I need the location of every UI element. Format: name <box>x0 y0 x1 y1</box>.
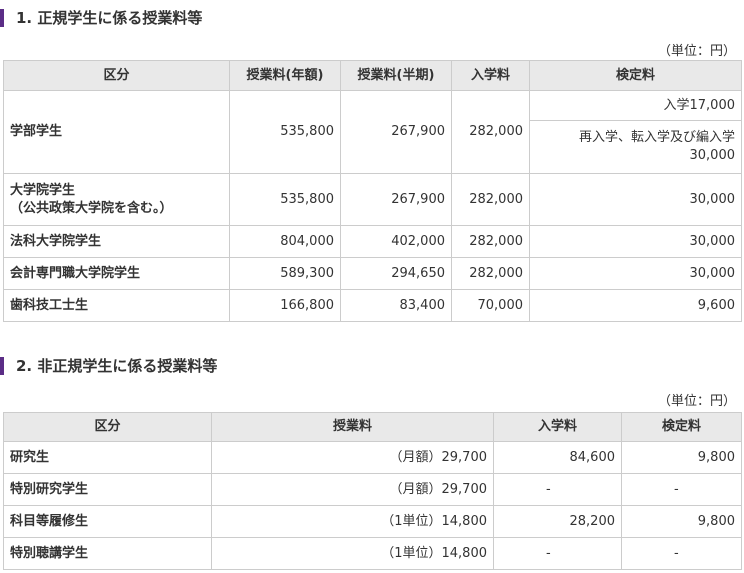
row-label-main: 大学院学生 <box>10 182 76 198</box>
section2-unit-note: （単位：円） <box>657 394 736 409</box>
table-row: 法科大学院学生 804,000 402,000 282,000 30,000 <box>3 225 742 258</box>
section1-unit-note: （単位：円） <box>657 44 736 59</box>
table-row: 学部学生 535,800 267,900 282,000 入学17,000 <box>3 90 742 174</box>
exam-fee: 9,800 <box>621 505 742 538</box>
annual-fee: 589,300 <box>229 257 341 290</box>
tuition-fee: （1単位）14,800 <box>211 505 494 538</box>
header-category: 区分 <box>3 60 230 91</box>
row-label: 大学院学生 （公共政策大学院を含む。） <box>3 173 230 226</box>
admission-fee: 282,000 <box>451 257 530 290</box>
half-fee: 402,000 <box>340 225 452 258</box>
annual-fee: 535,800 <box>229 173 341 226</box>
exam-fee-readmission-label: 再入学、転入学及び編入学 <box>578 130 735 145</box>
table-row: 科目等履修生 （1単位）14,800 28,200 9,800 <box>3 505 742 538</box>
header-exam: 検定料 <box>621 412 742 442</box>
annual-fee: 535,800 <box>229 90 341 174</box>
exam-fee-readmission-value: 30,000 <box>689 148 736 163</box>
admission-fee: 70,000 <box>451 289 530 322</box>
half-fee: 294,650 <box>340 257 452 290</box>
half-fee: 267,900 <box>340 90 452 174</box>
row-label: 特別研究学生 <box>3 473 212 506</box>
table-header-row: 区分 授業料 入学料 検定料 <box>3 412 742 442</box>
exam-fee: 30,000 <box>529 225 742 258</box>
tuition-fee: （月額）29,700 <box>211 473 494 506</box>
row-label: 研究生 <box>3 441 212 474</box>
annual-fee: 166,800 <box>229 289 341 322</box>
row-label-sub: （公共政策大学院を含む。） <box>10 200 173 216</box>
half-fee: 83,400 <box>340 289 452 322</box>
admission-fee: 282,000 <box>451 173 530 226</box>
exam-fee-admission: 入学17,000 <box>529 90 742 121</box>
table-header-row: 区分 授業料(年額) 授業料(半期) 入学料 検定料 <box>3 60 742 91</box>
header-half: 授業料(半期) <box>340 60 452 91</box>
row-label: 会計専門職大学院学生 <box>3 257 230 290</box>
row-label: 歯科技工士生 <box>3 289 230 322</box>
tuition-fee: （1単位）14,800 <box>211 537 494 570</box>
row-label: 特別聴講学生 <box>3 537 212 570</box>
exam-fee-readmission: 再入学、転入学及び編入学 30,000 <box>529 120 742 174</box>
admission-fee: 28,200 <box>493 505 622 538</box>
row-label: 学部学生 <box>3 90 230 174</box>
row-label: 科目等履修生 <box>3 505 212 538</box>
admission-fee: - <box>493 537 622 570</box>
header-exam: 検定料 <box>529 60 742 91</box>
admission-fee: 282,000 <box>451 225 530 258</box>
annual-fee: 804,000 <box>229 225 341 258</box>
table-row: 研究生 （月額）29,700 84,600 9,800 <box>3 441 742 474</box>
fee-page: 1. 正規学生に係る授業料等 （単位：円） 区分 授業料(年額) 授業料(半期)… <box>0 0 744 573</box>
table-row: 歯科技工士生 166,800 83,400 70,000 9,600 <box>3 289 742 322</box>
exam-fee: 30,000 <box>529 173 742 226</box>
admission-fee: 282,000 <box>451 90 530 174</box>
nonregular-fees-table: 区分 授業料 入学料 検定料 研究生 （月額）29,700 84,600 9,8… <box>3 412 742 570</box>
table-row: 大学院学生 （公共政策大学院を含む。） 535,800 267,900 282,… <box>3 173 742 226</box>
header-annual: 授業料(年額) <box>229 60 341 91</box>
section2-heading: 2. 非正規学生に係る授業料等 <box>0 357 217 375</box>
header-tuition: 授業料 <box>211 412 494 442</box>
header-category: 区分 <box>3 412 212 442</box>
exam-fee: 30,000 <box>529 257 742 290</box>
admission-fee: 84,600 <box>493 441 622 474</box>
table-row: 特別聴講学生 （1単位）14,800 - - <box>3 537 742 570</box>
tuition-fee: （月額）29,700 <box>211 441 494 474</box>
table-row: 特別研究学生 （月額）29,700 - - <box>3 473 742 506</box>
exam-fee: - <box>621 473 742 506</box>
half-fee: 267,900 <box>340 173 452 226</box>
admission-fee: - <box>493 473 622 506</box>
exam-fee: 9,600 <box>529 289 742 322</box>
table-row: 会計専門職大学院学生 589,300 294,650 282,000 30,00… <box>3 257 742 290</box>
section1-heading: 1. 正規学生に係る授業料等 <box>0 9 202 27</box>
header-admission: 入学料 <box>493 412 622 442</box>
header-admission: 入学料 <box>451 60 530 91</box>
exam-fee: 9,800 <box>621 441 742 474</box>
exam-fee: - <box>621 537 742 570</box>
regular-fees-table: 区分 授業料(年額) 授業料(半期) 入学料 検定料 学部学生 535,800 … <box>3 60 742 322</box>
row-label: 法科大学院学生 <box>3 225 230 258</box>
